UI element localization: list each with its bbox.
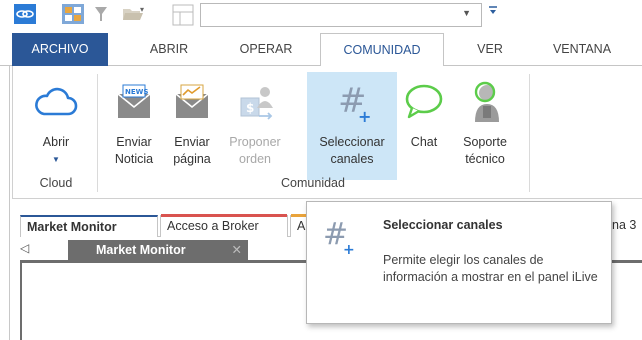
subtab-market-monitor[interactable]: Market Monitor ✕	[68, 240, 248, 260]
abrir-cloud-button[interactable]: Abrir ▼	[25, 72, 87, 180]
tooltip-title: Seleccionar canales	[383, 218, 503, 232]
enviar-pagina-line1: Enviar	[174, 135, 210, 149]
filter-icon[interactable]	[94, 4, 114, 24]
seleccionar-canales-button[interactable]: # + Seleccionar canales	[307, 72, 397, 180]
chevron-down-icon[interactable]: ▼	[462, 8, 471, 18]
svg-text:+: +	[343, 242, 355, 256]
cloud-group-label: Cloud	[39, 176, 73, 190]
hashtag-icon: # +	[323, 216, 359, 258]
proponer-orden-button[interactable]: $ Proponer orden	[223, 72, 287, 180]
chat-label: Chat	[410, 135, 438, 149]
chat-button[interactable]: Chat	[401, 72, 447, 180]
svg-text:$: $	[246, 101, 254, 115]
enviar-noticia-line2: Noticia	[114, 152, 154, 166]
abrir-label: Abrir	[42, 135, 70, 149]
proponer-orden-line1: Proponer	[229, 135, 281, 149]
comunidad-group-label: Comunidad	[281, 176, 345, 190]
doc-tab-ventana-3[interactable]: na 3	[610, 215, 642, 237]
toolbar-combo-input[interactable]: ▼	[200, 3, 482, 27]
tab-archivo[interactable]: ARCHIVO	[12, 33, 108, 66]
soporte-tecnico-line2: técnico	[465, 152, 505, 166]
tab-operar[interactable]: OPERAR	[226, 33, 306, 66]
grid-icon[interactable]	[62, 4, 84, 24]
chevron-down-icon[interactable]: ▼	[25, 151, 87, 168]
seleccionar-canales-line1: Seleccionar	[319, 135, 385, 149]
scroll-left-icon[interactable]: ◁	[20, 241, 29, 255]
cloud-icon	[34, 80, 78, 124]
propose-order-icon: $	[233, 80, 277, 124]
group-separator	[529, 74, 530, 192]
tab-color-stripe	[161, 214, 287, 217]
customize-toolbar-icon[interactable]	[488, 5, 498, 20]
news-envelope-icon: NEWS	[112, 80, 156, 124]
chart-envelope-icon	[170, 80, 214, 124]
subtab-label: Market Monitor	[96, 243, 186, 257]
hashtag-icon: # +	[330, 80, 374, 126]
enviar-pagina-button[interactable]: Enviar página	[165, 72, 219, 180]
seleccionar-canales-line2: canales	[330, 152, 374, 166]
soporte-tecnico-line1: Soporte	[463, 135, 507, 149]
folder-open-icon[interactable]: ▾	[122, 4, 144, 24]
tooltip-description: Permite elegir los canales de informació…	[383, 253, 598, 284]
soporte-tecnico-button[interactable]: Soporte técnico	[451, 72, 519, 180]
group-separator	[97, 74, 98, 192]
enviar-noticia-line1: Enviar	[116, 135, 152, 149]
proponer-orden-line2: orden	[239, 152, 271, 166]
close-icon[interactable]: ✕	[232, 240, 242, 260]
svg-text:▾: ▾	[140, 5, 144, 14]
enviar-noticia-button[interactable]: NEWS Enviar Noticia	[107, 72, 161, 180]
ribbon-tab-bar: ARCHIVO ABRIR OPERAR COMUNIDAD VER VENTA…	[0, 33, 642, 67]
tooltip-seleccionar-canales: # + Seleccionar canales Permite elegir lo…	[306, 201, 612, 324]
quick-access-toolbar: ▾ ▼	[0, 0, 642, 33]
svg-text:NEWS: NEWS	[125, 88, 148, 96]
chain-link-icon[interactable]	[14, 4, 36, 24]
doc-tab-market-monitor[interactable]: Market Monitor	[20, 215, 158, 237]
chat-bubble-icon	[402, 80, 446, 124]
doc-tab-partial-label: A	[297, 219, 306, 233]
doc-tab-acceso-broker[interactable]: Acceso a Broker	[160, 214, 288, 237]
tab-ver[interactable]: VER	[466, 33, 514, 66]
doc-tab-acceso-broker-label: Acceso a Broker	[167, 219, 259, 233]
tab-abrir[interactable]: ABRIR	[134, 33, 204, 66]
tab-comunidad[interactable]: COMUNIDAD	[320, 33, 444, 67]
enviar-pagina-line2: página	[173, 152, 211, 166]
support-person-icon	[463, 80, 507, 124]
layout-icon[interactable]	[172, 4, 194, 26]
svg-text:+: +	[358, 107, 371, 124]
tab-ventana[interactable]: VENTANA	[542, 33, 622, 66]
ribbon-panel: Abrir ▼ Cloud NEWS Enviar Noticia Enviar…	[12, 66, 642, 199]
